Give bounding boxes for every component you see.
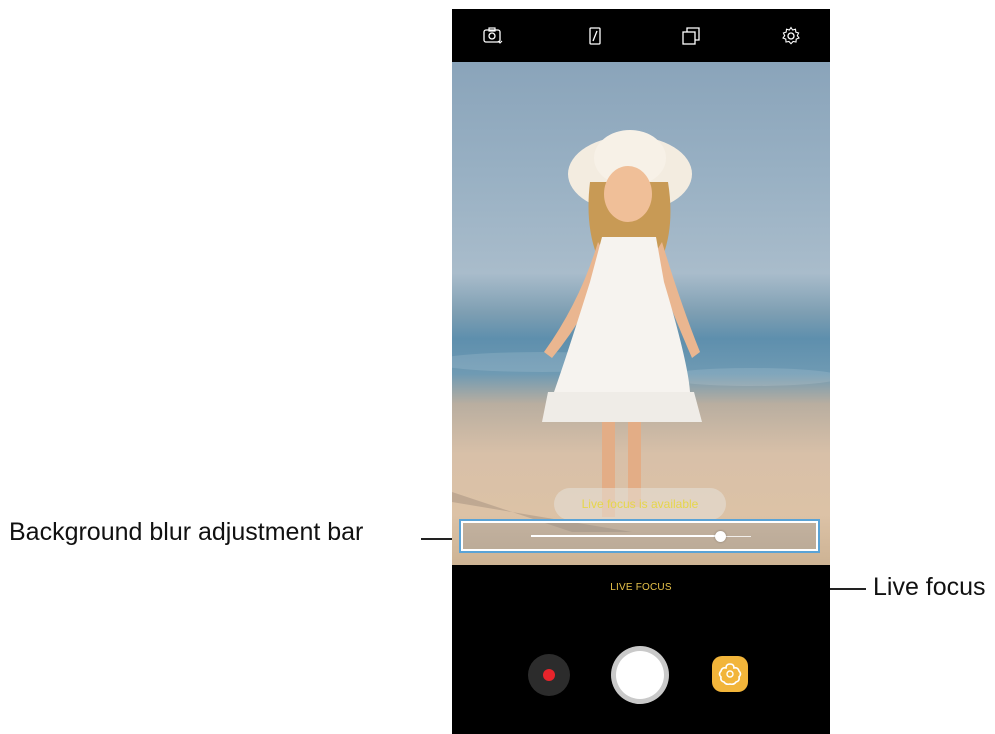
- shutter-button[interactable]: [611, 646, 669, 704]
- camera-toolbar: [452, 9, 830, 62]
- ratio-icon[interactable]: [680, 25, 702, 47]
- effects-icon: [718, 663, 742, 686]
- flash-icon[interactable]: [584, 25, 606, 47]
- callout-blur-bar: Background blur adjustment bar: [9, 518, 364, 546]
- blur-slider-fill: [531, 535, 721, 537]
- record-button[interactable]: [528, 654, 570, 696]
- switch-camera-icon[interactable]: [481, 25, 503, 47]
- shutter-inner: [616, 651, 664, 699]
- live-focus-toast: Live focus is available: [554, 488, 726, 520]
- background-blur-bar[interactable]: [459, 519, 820, 553]
- mode-label-live-focus[interactable]: LIVE FOCUS: [452, 582, 830, 593]
- blur-slider-thumb[interactable]: [715, 531, 727, 542]
- callout-live-focus: Live focus: [873, 573, 986, 601]
- blur-slider-track[interactable]: [531, 531, 751, 542]
- settings-icon[interactable]: [780, 25, 802, 47]
- camera-screen: Live focus is available LIVE FOCUS: [452, 9, 830, 734]
- camera-controls: LIVE FOCUS: [452, 565, 830, 734]
- viewfinder[interactable]: Live focus is available: [452, 62, 830, 565]
- record-icon: [543, 669, 555, 681]
- effects-button[interactable]: [712, 656, 748, 692]
